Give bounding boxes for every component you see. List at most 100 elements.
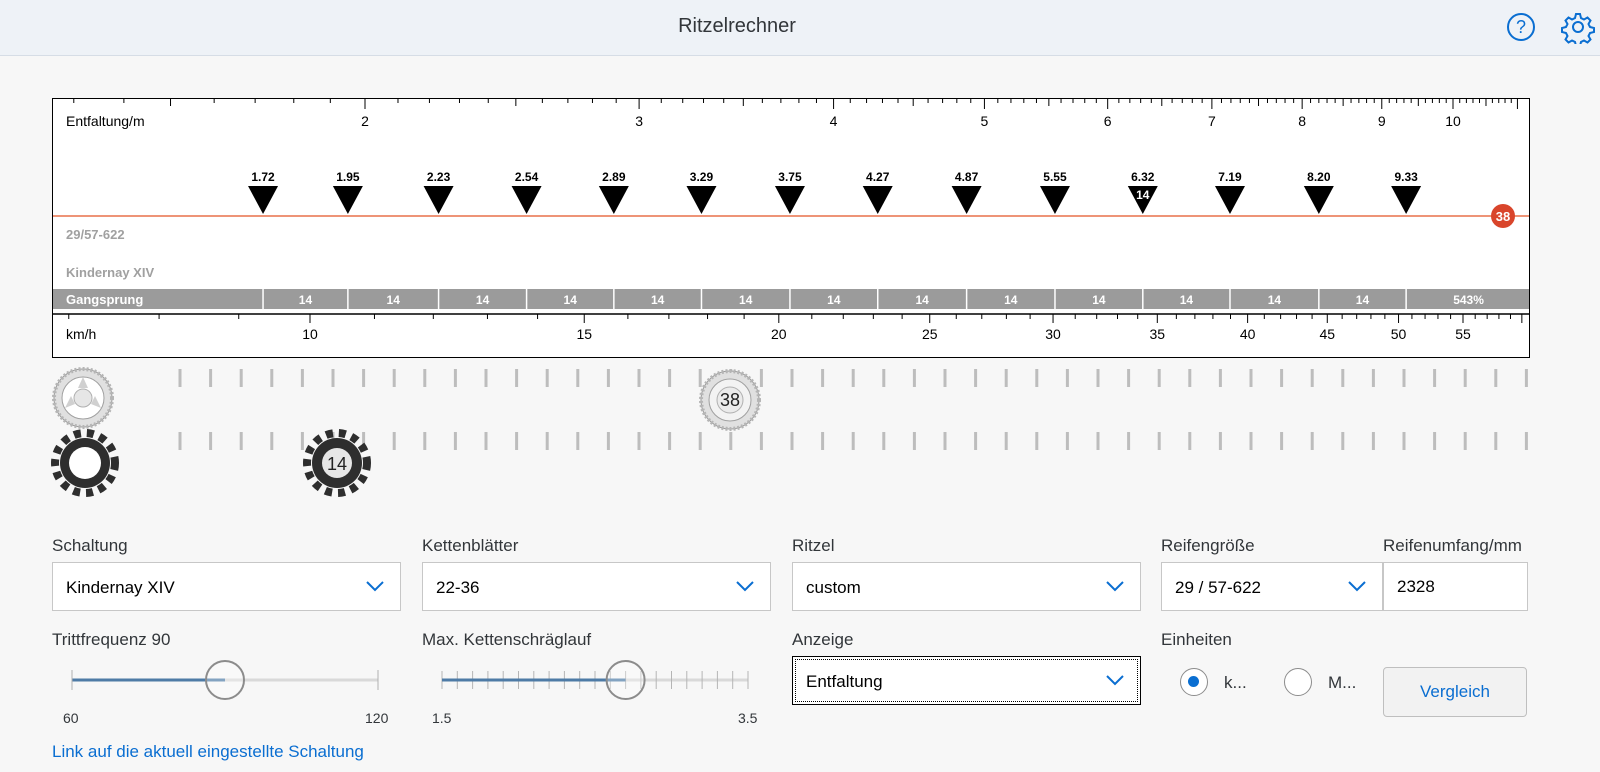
chainring-slot[interactable]: [484, 369, 488, 387]
sprocket-slot[interactable]: [270, 432, 274, 450]
gear-marker[interactable]: [1214, 186, 1245, 214]
sprocket-slot[interactable]: [974, 432, 978, 450]
reifenumfang-input[interactable]: [1397, 577, 1507, 597]
sprocket-slot[interactable]: [484, 432, 488, 450]
gear-marker[interactable]: [248, 186, 279, 214]
gear-marker[interactable]: [1303, 186, 1334, 214]
gear-marker[interactable]: [1391, 186, 1422, 214]
chainring-slot[interactable]: [239, 369, 243, 387]
chainring-slot[interactable]: [1004, 369, 1008, 387]
chainring-slot[interactable]: [576, 369, 580, 387]
reifenumfang-field[interactable]: [1383, 562, 1528, 611]
kettenschraeglauf-handle[interactable]: [605, 660, 646, 700]
chainring-icon[interactable]: [52, 367, 114, 429]
reifengroesse-select[interactable]: 29 / 57-622: [1161, 562, 1383, 611]
chainring-slot[interactable]: [759, 369, 763, 387]
settings-button[interactable]: [1561, 10, 1595, 47]
gear-marker[interactable]: [332, 186, 363, 214]
sprocket-selected-icon[interactable]: 14: [303, 429, 371, 497]
chainring-slot[interactable]: [1127, 369, 1131, 387]
sprocket-slot[interactable]: [668, 432, 672, 450]
sprocket-slot[interactable]: [576, 432, 580, 450]
sprocket-slot[interactable]: [943, 432, 947, 450]
chainring-slot[interactable]: [1341, 369, 1345, 387]
chainring-slot[interactable]: [821, 369, 825, 387]
sprocket-slot[interactable]: [851, 432, 855, 450]
sprocket-icon[interactable]: [51, 429, 119, 497]
chainring-slot[interactable]: [1218, 369, 1222, 387]
chainring-slot[interactable]: [1433, 369, 1437, 387]
schaltung-select[interactable]: Kindernay XIV: [52, 562, 401, 611]
chainring-slot[interactable]: [1249, 369, 1253, 387]
anzeige-select[interactable]: Entfaltung: [792, 656, 1141, 705]
sprocket-slot[interactable]: [912, 432, 916, 450]
einheiten-radio-mph[interactable]: [1284, 668, 1312, 696]
chainring-slot[interactable]: [943, 369, 947, 387]
sprocket-slot[interactable]: [1157, 432, 1161, 450]
gear-marker[interactable]: [686, 186, 717, 214]
sprocket-slot[interactable]: [1065, 432, 1069, 450]
gear-marker[interactable]: [951, 186, 982, 214]
chainring-slot[interactable]: [545, 369, 549, 387]
sprocket-slot[interactable]: [1433, 432, 1437, 450]
trittfrequenz-handle[interactable]: [205, 660, 245, 700]
chainring-slot[interactable]: [178, 369, 182, 387]
compare-button[interactable]: Vergleich: [1383, 667, 1527, 717]
kettenblaetter-select[interactable]: 22-36: [422, 562, 771, 611]
sprocket-slot[interactable]: [209, 432, 213, 450]
sprocket-slot[interactable]: [178, 432, 182, 450]
sprocket-slot[interactable]: [1035, 432, 1039, 450]
chainring-slot[interactable]: [912, 369, 916, 387]
chainring-slot[interactable]: [1371, 369, 1375, 387]
sprocket-slot[interactable]: [1249, 432, 1253, 450]
sprocket-slot[interactable]: [239, 432, 243, 450]
sprocket-slot[interactable]: [1280, 432, 1284, 450]
chainring-slot[interactable]: [1065, 369, 1069, 387]
trittfrequenz-slider[interactable]: [52, 660, 401, 700]
sprocket-slot[interactable]: [1096, 432, 1100, 450]
sprocket-slot[interactable]: [1371, 432, 1375, 450]
chainring-slot[interactable]: [270, 369, 274, 387]
sprocket-slot[interactable]: [821, 432, 825, 450]
chainring-slot[interactable]: [1157, 369, 1161, 387]
sprocket-slot[interactable]: [1188, 432, 1192, 450]
sprocket-slot[interactable]: [545, 432, 549, 450]
gear-marker[interactable]: [511, 186, 542, 214]
chainring-slot[interactable]: [1463, 369, 1467, 387]
chainring-slot[interactable]: [1310, 369, 1314, 387]
chainring-slot[interactable]: [392, 369, 396, 387]
chainring-slot[interactable]: [882, 369, 886, 387]
sprocket-slot[interactable]: [790, 432, 794, 450]
einheiten-radio-kmh[interactable]: [1180, 668, 1208, 696]
chainring-slot[interactable]: [362, 369, 366, 387]
chainring-slot[interactable]: [1524, 369, 1528, 387]
chainring-slot[interactable]: [1188, 369, 1192, 387]
sprocket-slot[interactable]: [392, 432, 396, 450]
sprocket-slot[interactable]: [1341, 432, 1345, 450]
gear-marker[interactable]: [1039, 186, 1070, 214]
gear-marker[interactable]: [423, 186, 454, 214]
sprocket-slot[interactable]: [1463, 432, 1467, 450]
help-button[interactable]: ?: [1504, 10, 1538, 44]
gear-marker[interactable]: [598, 186, 629, 214]
sprocket-slot[interactable]: [515, 432, 519, 450]
sprocket-slot[interactable]: [606, 432, 610, 450]
sprocket-slot[interactable]: [300, 432, 304, 450]
chainring-selected-icon[interactable]: 38: [699, 369, 761, 431]
chainring-slot[interactable]: [851, 369, 855, 387]
chainring-slot[interactable]: [974, 369, 978, 387]
chainring-slot[interactable]: [1280, 369, 1284, 387]
current-config-link[interactable]: Link auf die aktuell eingestellte Schalt…: [52, 742, 364, 762]
sprocket-slot[interactable]: [1310, 432, 1314, 450]
sprocket-slot[interactable]: [729, 432, 733, 450]
sprocket-slot[interactable]: [1127, 432, 1131, 450]
chainring-slot[interactable]: [1402, 369, 1406, 387]
chainring-slot[interactable]: [668, 369, 672, 387]
sprocket-slot[interactable]: [759, 432, 763, 450]
chainring-slot[interactable]: [453, 369, 457, 387]
ritzel-select[interactable]: custom: [792, 562, 1141, 611]
sprocket-slot[interactable]: [453, 432, 457, 450]
chainring-slot[interactable]: [790, 369, 794, 387]
gear-marker[interactable]: [774, 186, 805, 214]
sprocket-slot[interactable]: [423, 432, 427, 450]
